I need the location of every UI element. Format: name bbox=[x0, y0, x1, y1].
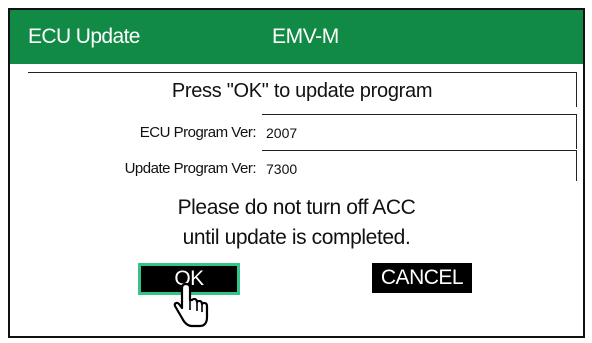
cancel-button[interactable]: CANCEL bbox=[372, 263, 472, 293]
ecu-version-row: ECU Program Ver: 2007 bbox=[140, 114, 577, 149]
warning-message: Please do not turn off ACC until update … bbox=[10, 193, 583, 253]
prompt-message: Press "OK" to update program bbox=[171, 80, 433, 102]
screen-title: ECU Update bbox=[28, 25, 140, 48]
ecu-version-label: ECU Program Ver: bbox=[139, 124, 257, 141]
update-version-value: 7300 bbox=[266, 161, 298, 177]
pointing-hand-icon bbox=[173, 282, 209, 328]
ecu-update-screen: ECU Update EMV-M Press "OK" to update pr… bbox=[8, 8, 585, 338]
title-bar: ECU Update EMV-M bbox=[10, 10, 583, 64]
warning-line-1: Please do not turn off ACC bbox=[177, 196, 416, 219]
warning-line-2: until update is completed. bbox=[182, 226, 411, 249]
model-name: EMV-M bbox=[272, 25, 339, 48]
update-version-row: Update Program Ver: 7300 bbox=[125, 150, 577, 181]
prompt-row: Press "OK" to update program bbox=[28, 72, 577, 107]
update-version-label: Update Program Ver: bbox=[124, 160, 257, 177]
ecu-version-value: 2007 bbox=[266, 125, 298, 141]
